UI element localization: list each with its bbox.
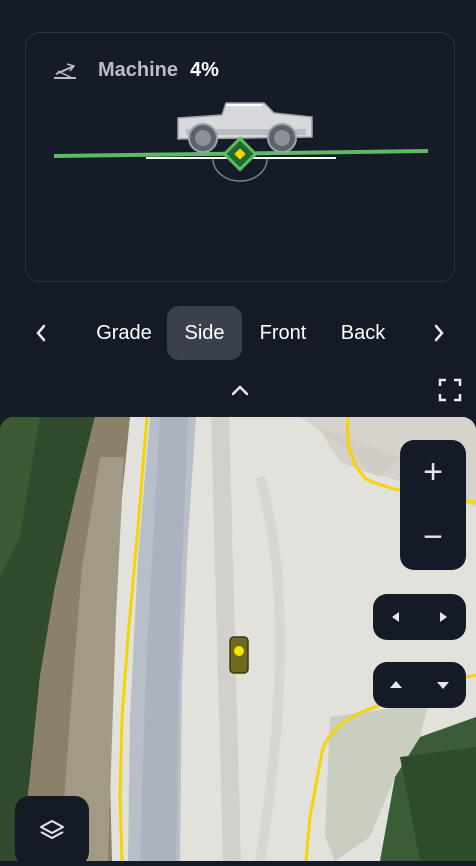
pan-up-down-control <box>373 662 466 708</box>
zoom-in-button[interactable]: + <box>400 440 466 505</box>
chevron-left-icon <box>36 324 46 342</box>
pan-right-icon[interactable] <box>436 610 450 624</box>
tab-grade[interactable]: Grade <box>86 306 162 360</box>
chevron-up-icon <box>231 385 249 396</box>
collapse-button[interactable] <box>226 378 254 402</box>
machine-title: Machine <box>98 59 179 81</box>
view-tabs: Grade Side Front Back <box>0 300 476 366</box>
slope-icon <box>54 62 76 79</box>
fullscreen-icon <box>438 378 462 402</box>
tab-back[interactable]: Back <box>328 306 398 360</box>
pan-down-icon[interactable] <box>435 678 451 692</box>
fullscreen-button[interactable] <box>438 378 462 402</box>
tab-front[interactable]: Front <box>248 306 318 360</box>
grade-marker <box>222 136 258 172</box>
tab-side[interactable]: Side <box>167 306 242 360</box>
layers-icon <box>40 820 64 839</box>
zoom-controls: + − <box>400 440 466 570</box>
machine-slope-value: 4% <box>190 59 219 81</box>
chevron-right-icon <box>434 324 444 342</box>
layers-button[interactable] <box>15 796 89 866</box>
machine-card: Machine 4% <box>25 32 455 282</box>
machine-map-marker <box>229 636 249 674</box>
tabs-prev-button[interactable] <box>26 316 56 350</box>
pan-left-icon[interactable] <box>389 610 403 624</box>
machine-card-header: Machine 4% <box>52 59 219 82</box>
tabs-next-button[interactable] <box>424 316 454 350</box>
pan-left-right-control <box>373 594 466 640</box>
zoom-out-button[interactable]: − <box>400 505 466 570</box>
pan-up-icon[interactable] <box>388 678 404 692</box>
